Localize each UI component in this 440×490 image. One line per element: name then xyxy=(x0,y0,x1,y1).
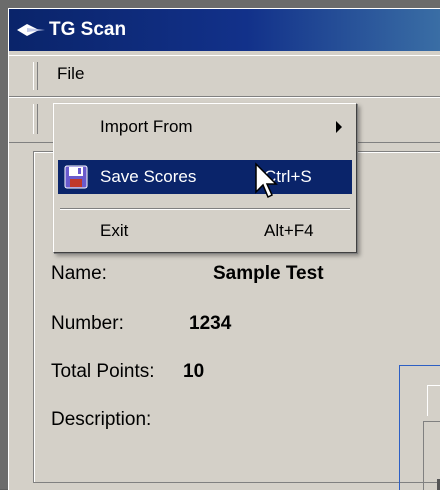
preview-tab[interactable] xyxy=(427,385,440,416)
app-window: TG Scan File Name: Sample Test Number: 1… xyxy=(8,8,440,490)
menubar-grip[interactable] xyxy=(33,62,38,90)
number-value: 1234 xyxy=(189,313,232,334)
menu-separator xyxy=(60,208,350,210)
menu-file[interactable]: File xyxy=(57,64,84,84)
toolbar-grip[interactable] xyxy=(33,104,38,134)
exit-label: Exit xyxy=(100,221,129,240)
menu-item-exit[interactable]: Exit Alt+F4 xyxy=(58,214,352,248)
save-icon xyxy=(64,165,88,189)
exit-shortcut: Alt+F4 xyxy=(264,221,314,240)
import-from-label: Import From xyxy=(100,117,193,136)
save-scores-label: Save Scores xyxy=(100,167,197,186)
menu-bar: File xyxy=(9,55,440,97)
mouse-cursor-icon xyxy=(255,162,278,199)
number-label: Number: xyxy=(51,313,124,334)
total-points-value: 10 xyxy=(183,361,205,382)
file-menu-dropdown: Import From Save Scores Ctrl+S Exit Alt+… xyxy=(53,103,357,253)
menu-item-save-scores[interactable]: Save Scores Ctrl+S xyxy=(58,160,352,194)
submenu-arrow-icon xyxy=(336,121,342,133)
total-points-label: Total Points: xyxy=(51,361,155,382)
app-icon xyxy=(17,24,45,36)
name-label: Name: xyxy=(51,263,107,284)
window-title: TG Scan xyxy=(49,19,127,40)
description-label: Description: xyxy=(51,409,152,430)
title-bar[interactable]: TG Scan xyxy=(9,9,440,51)
name-value: Sample Test xyxy=(213,263,324,284)
menu-item-import-from[interactable]: Import From xyxy=(58,110,352,144)
